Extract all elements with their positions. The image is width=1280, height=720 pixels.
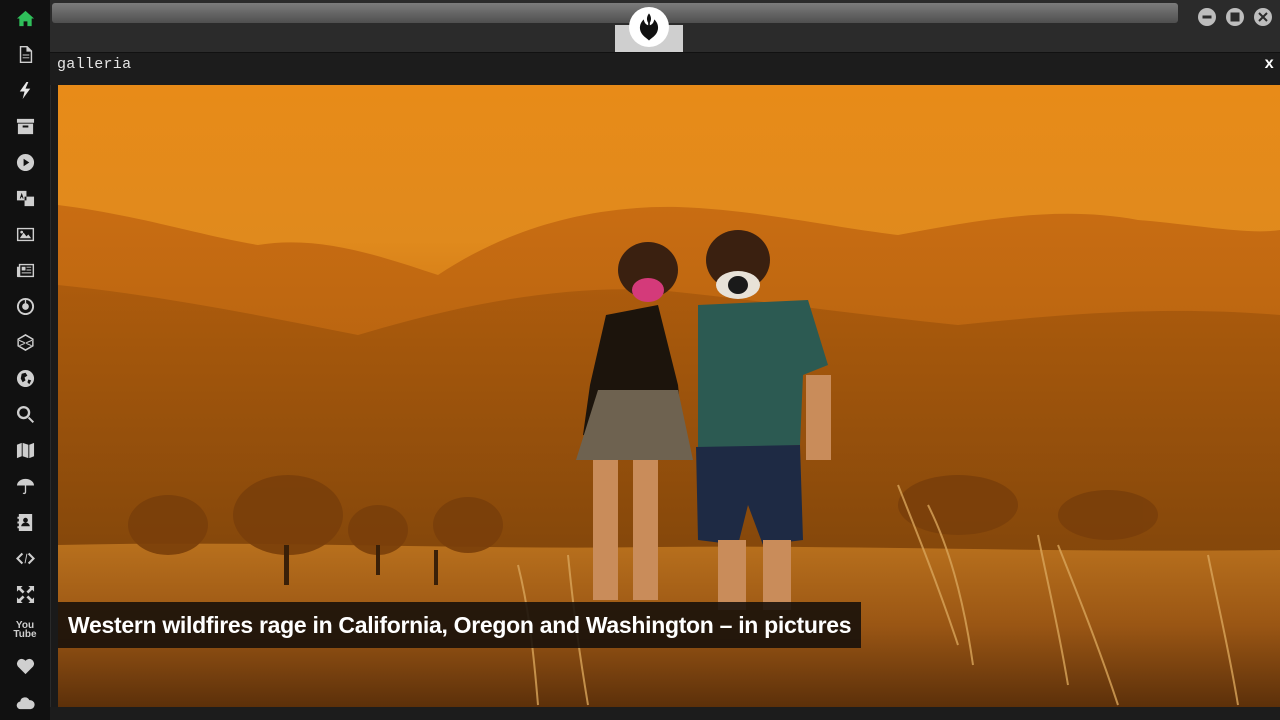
rebel-alliance-icon [639, 13, 659, 41]
sidebar-item-empire[interactable] [0, 288, 50, 324]
code-icon [15, 552, 35, 564]
translate-icon [16, 190, 34, 206]
sidebar-item-contact[interactable] [0, 504, 50, 540]
cloud-icon [16, 696, 35, 709]
minimize-button[interactable] [1198, 8, 1216, 26]
sidebar-item-play[interactable] [0, 144, 50, 180]
close-icon [1258, 12, 1268, 22]
play-icon [16, 153, 34, 171]
newspaper-icon [16, 263, 34, 277]
close-window-button[interactable] [1254, 8, 1272, 26]
globe-icon [16, 369, 34, 387]
sidebar-item-expand[interactable] [0, 576, 50, 612]
youtube-icon: You Tube [13, 620, 37, 640]
panel-title: galleria [57, 56, 132, 73]
sidebar-item-home[interactable] [0, 0, 50, 36]
bottom-strip [50, 707, 1280, 720]
lightning-icon [19, 81, 30, 99]
gallery-panel-header: galleria x [50, 53, 1280, 85]
contact-book-icon [16, 513, 32, 531]
sidebar-item-translate[interactable] [0, 180, 50, 216]
sidebar-item-hexagon[interactable] [0, 324, 50, 360]
sidebar-item-code[interactable] [0, 540, 50, 576]
minimize-icon [1202, 15, 1212, 19]
home-icon [16, 10, 34, 26]
sidebar-item-heart[interactable] [0, 648, 50, 684]
umbrella-icon [16, 478, 34, 494]
search-icon [16, 405, 34, 423]
rebel-alliance-logo [629, 7, 669, 47]
maximize-icon [1230, 12, 1240, 22]
sidebar-item-image[interactable] [0, 216, 50, 252]
sidebar-item-globe[interactable] [0, 360, 50, 396]
panel-close-button[interactable]: x [1264, 55, 1274, 73]
sidebar-item-cloud[interactable] [0, 684, 50, 720]
sidebar: You Tube [0, 0, 51, 720]
expand-icon [16, 585, 34, 603]
sidebar-item-umbrella[interactable] [0, 468, 50, 504]
maximize-button[interactable] [1226, 8, 1244, 26]
archive-icon [16, 118, 34, 134]
address-bar[interactable] [52, 3, 1178, 23]
empire-icon [16, 297, 34, 315]
sidebar-item-youtube[interactable]: You Tube [0, 612, 50, 648]
hexagon-icon [16, 333, 34, 351]
document-icon [19, 45, 32, 63]
sidebar-item-lightning[interactable] [0, 72, 50, 108]
heart-icon [16, 658, 34, 674]
image-icon [16, 227, 34, 241]
sidebar-item-archive[interactable] [0, 108, 50, 144]
sidebar-item-search[interactable] [0, 396, 50, 432]
sidebar-item-document[interactable] [0, 36, 50, 72]
top-bar [50, 0, 1280, 53]
sidebar-item-map[interactable] [0, 432, 50, 468]
sidebar-item-newspaper[interactable] [0, 252, 50, 288]
image-caption: Western wildfires rage in California, Or… [58, 602, 862, 648]
map-icon [16, 442, 34, 458]
